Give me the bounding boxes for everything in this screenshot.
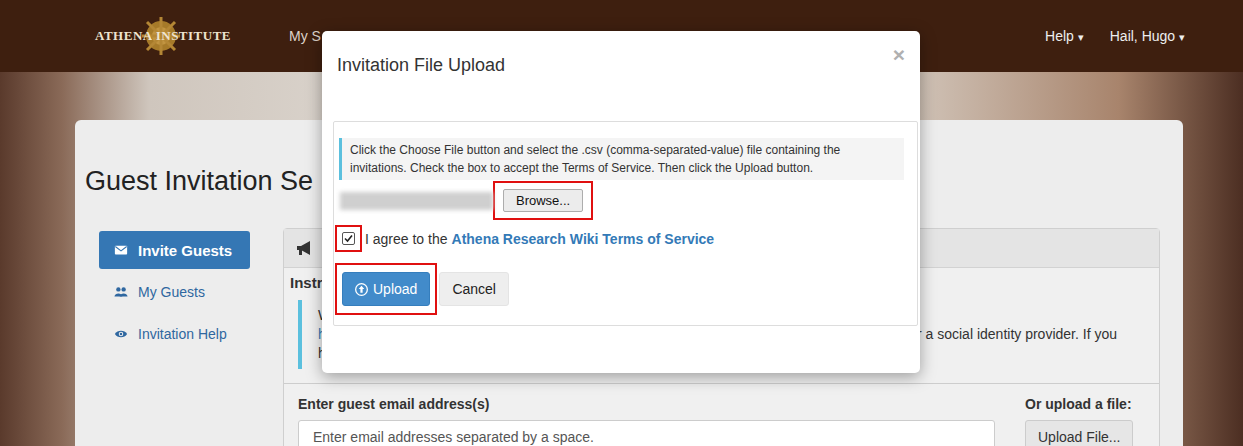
envelope-icon (114, 243, 128, 257)
nav-menu[interactable]: Help ▾ (1045, 28, 1084, 44)
upload-label: Or upload a file: (1025, 396, 1135, 412)
logo[interactable]: ATHENA INSTITUTE (95, 16, 235, 56)
button-label: Cancel (452, 281, 496, 297)
upload-icon (355, 283, 368, 296)
upload-group: Or upload a file: Upload File... (1025, 396, 1135, 446)
line-fragment: r a social identity provider. If you (917, 325, 1117, 344)
invite-form: Enter guest email address(s) Enter email … (284, 383, 1159, 446)
terms-checkbox[interactable] (342, 232, 355, 245)
upload-file-button[interactable]: Upload File... (1025, 420, 1133, 446)
caret-icon: ▾ (1078, 31, 1084, 43)
eye-icon (114, 327, 128, 341)
file-row: Browse... (339, 181, 904, 220)
users-icon (114, 285, 128, 299)
terms-link[interactable]: Athena Research Wiki Terms of Service (452, 231, 715, 247)
sidebar: Invite Guests My Guests Invitation Help (99, 228, 250, 446)
nav-menu[interactable]: Hail, Hugo ▾ (1110, 28, 1185, 44)
email-label: Enter guest email address(s) (298, 396, 995, 412)
email-input[interactable]: Enter email addresses separated by a spa… (298, 420, 995, 446)
dialog-title: Invitation File Upload (337, 55, 505, 75)
sidebar-item[interactable]: My Guests (99, 271, 250, 313)
page: ATHENA INSTITUTEMy SHelp ▾Hail, Hugo ▾Gu… (0, 0, 1243, 446)
dialog-body: Click the Choose File button and select … (322, 103, 920, 326)
upload-button[interactable]: Upload (342, 272, 430, 306)
nav-items: My S (289, 28, 321, 44)
nav-item[interactable]: My S (289, 28, 321, 44)
sidebar-item[interactable]: Invite Guests (99, 231, 250, 269)
button-label: Upload (373, 281, 417, 297)
caret-icon: ▾ (1179, 31, 1185, 43)
file-name-field (340, 192, 493, 210)
highlight-box: Cancel (437, 263, 511, 315)
sidebar-item[interactable]: Invitation Help (99, 313, 250, 355)
highlight-box: Browse... (493, 181, 593, 220)
sidebar-label: My Guests (138, 284, 205, 300)
highlight-box (335, 225, 362, 252)
email-group: Enter guest email address(s) Enter email … (298, 396, 995, 446)
megaphone-icon (296, 240, 314, 256)
upload-dialog: Invitation File Upload × Click the Choose … (322, 31, 920, 373)
browse-button[interactable]: Browse... (503, 189, 583, 212)
dialog-instructions: Click the Choose File button and select … (339, 138, 904, 180)
nav-menus: Help ▾ Hail, Hugo ▾ (1045, 28, 1185, 44)
terms-text: I agree to the (365, 231, 448, 247)
sidebar-label: Invitation Help (138, 326, 227, 342)
terms-row: I agree to theAthena Research Wiki Terms… (335, 225, 904, 252)
cancel-button[interactable]: Cancel (439, 272, 509, 306)
dialog-box: Click the Choose File button and select … (333, 121, 918, 326)
sidebar-label: Invite Guests (138, 242, 232, 259)
highlight-box: Upload (335, 263, 437, 315)
dialog-buttons: Upload Cancel (335, 263, 904, 315)
logo-text: ATHENA INSTITUTE (95, 28, 231, 44)
dialog-header: Invitation File Upload × (322, 31, 920, 103)
close-button[interactable]: × (893, 43, 905, 67)
